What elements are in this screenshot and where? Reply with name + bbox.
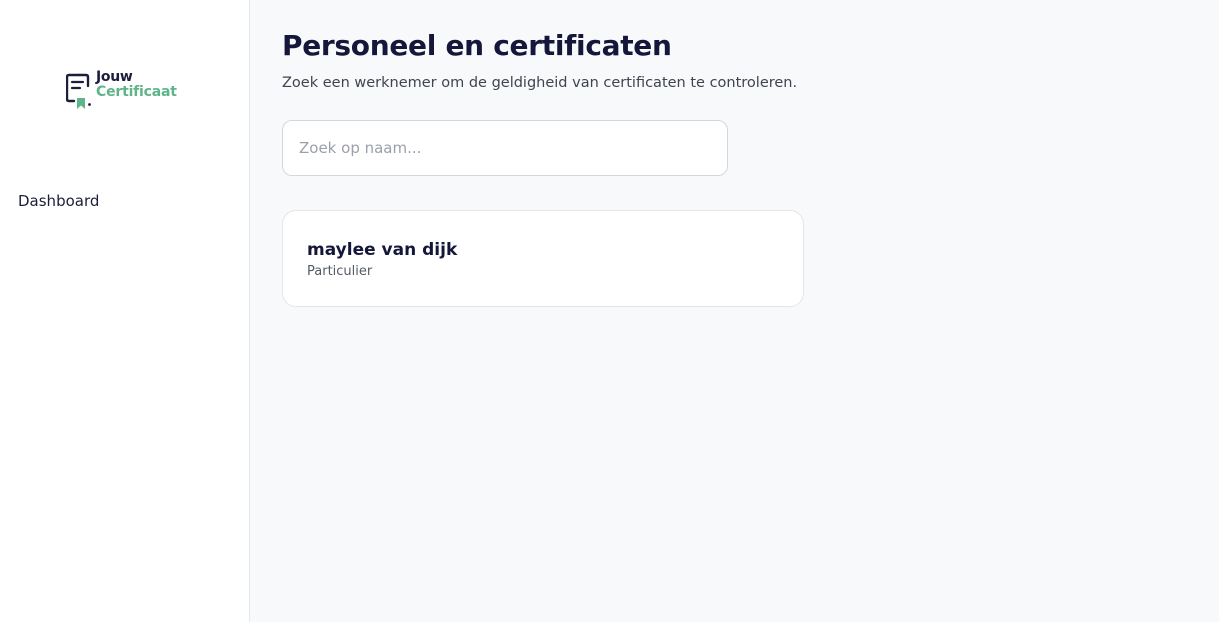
employee-type: Particulier	[307, 264, 373, 279]
logo[interactable]: Jouw Certificaat	[66, 70, 177, 110]
sidebar: Jouw Certificaat Dashboard	[0, 0, 250, 622]
logo-text: Jouw Certificaat	[96, 70, 177, 100]
logo-line-1: Jouw	[96, 69, 133, 85]
search-input[interactable]	[282, 120, 728, 176]
logo-line-2: Certificaat	[96, 84, 177, 100]
employee-card[interactable]: maylee van dijk Particulier	[282, 210, 804, 307]
main-content: Personeel en certificaten Zoek een werkn…	[250, 0, 1219, 622]
sidebar-item-dashboard[interactable]: Dashboard	[18, 192, 99, 210]
page-title: Personeel en certificaten	[282, 29, 672, 62]
employee-name: maylee van dijk	[307, 240, 458, 260]
page-subtitle: Zoek een werknemer om de geldigheid van …	[282, 75, 798, 91]
app-root: Jouw Certificaat Dashboard Personeel en …	[0, 0, 1219, 622]
certificate-logo-icon	[66, 73, 91, 109]
